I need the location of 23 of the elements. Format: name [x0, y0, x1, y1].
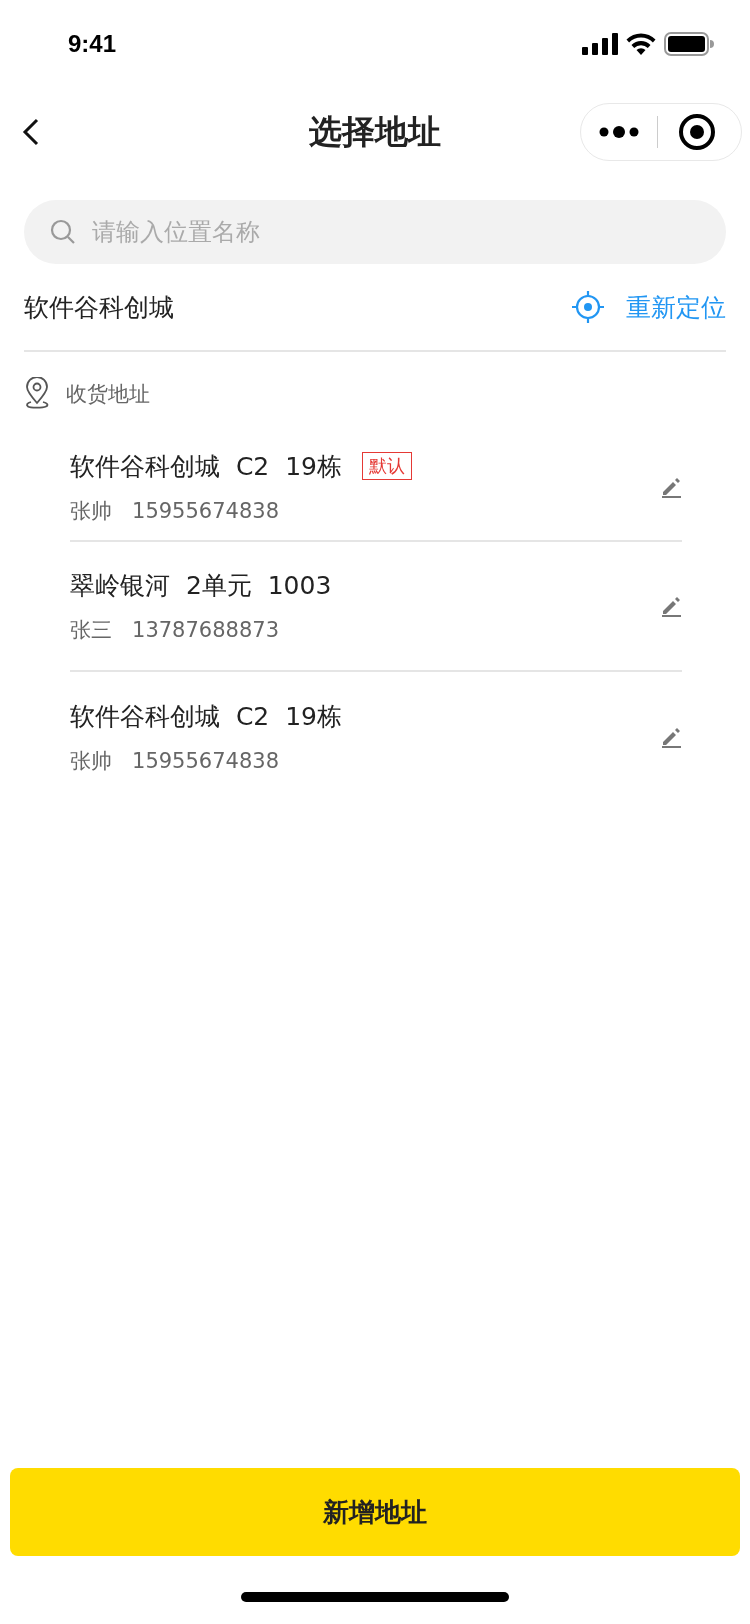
default-tag: 默认 [361, 452, 412, 480]
edit-icon[interactable] [660, 595, 682, 617]
add-address-button[interactable]: 新增地址 [10, 1468, 740, 1556]
address-text[interactable]: 翠岭银河 2单元 1003 [70, 568, 332, 602]
wifi-icon [626, 33, 656, 55]
address-text[interactable]: 软件谷科创城 C2 19栋 [70, 699, 342, 733]
section-title: 收货地址 [66, 381, 150, 408]
search-field[interactable]: 请输入位置名称 [24, 200, 726, 264]
page-title: 选择地址 [309, 111, 441, 151]
more-icon[interactable] [599, 126, 639, 138]
contact-text: 张三 13787688873 [70, 616, 280, 644]
current-location: 软件谷科创城 [24, 291, 175, 324]
search-icon [50, 219, 76, 245]
battery-icon [664, 32, 714, 56]
contact-text: 张帅 15955674838 [70, 747, 280, 775]
signal-icon [582, 33, 618, 55]
locate-icon[interactable] [572, 291, 604, 323]
status-time: 9:41 [68, 30, 117, 58]
edit-icon[interactable] [660, 476, 682, 498]
contact-text: 张帅 15955674838 [70, 497, 280, 525]
address-text[interactable]: 软件谷科创城 C2 19栋 [70, 449, 342, 483]
edit-icon[interactable] [660, 726, 682, 748]
location-pin-icon [24, 377, 50, 411]
